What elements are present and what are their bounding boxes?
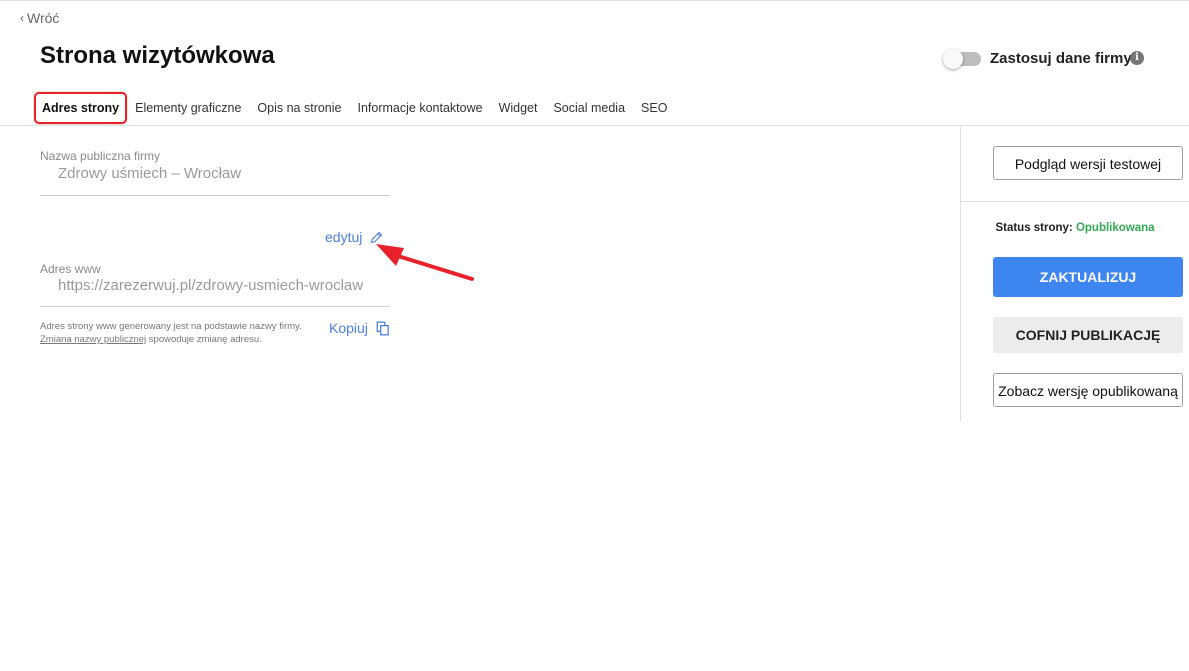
www-value: https://zarezerwuj.pl/zdrowy-usmiech-wro… — [58, 277, 364, 294]
top-border — [0, 0, 1189, 1]
sidebar-divider — [960, 126, 961, 421]
public-name-label: Nazwa publiczna firmy — [40, 149, 161, 163]
tab-opis-na-stronie[interactable]: Opis na stronie — [249, 93, 349, 123]
www-label: Adres www — [40, 262, 101, 276]
status-badge: Opublikowana — [1075, 222, 1155, 234]
hint-line2: spowoduje zmianę adresu. — [146, 334, 262, 345]
tab-elementy-graficzne[interactable]: Elementy graficzne — [127, 93, 249, 123]
tab-adres-strony[interactable]: Adres strony — [34, 92, 128, 124]
back-label: Wróć — [27, 10, 60, 26]
copy-label: Kopiuj — [329, 320, 368, 336]
tab-informacje-kontaktowe[interactable]: Informacje kontaktowe — [350, 93, 491, 123]
tab-social-media[interactable]: Social media — [545, 93, 633, 123]
unpublish-button[interactable]: COFNIJ PUBLIKACJĘ — [993, 317, 1183, 353]
copy-link[interactable]: Kopiuj — [329, 320, 390, 336]
company-data-toggle-label: Zastosuj dane firmy — [990, 50, 1132, 67]
preview-test-version-button[interactable]: Podgląd wersji testowej — [993, 146, 1183, 180]
page-title: Strona wizytówkowa — [40, 42, 275, 69]
hint-line1: Adres strony www generowany jest na pods… — [40, 321, 302, 332]
toggle-knob — [943, 48, 963, 69]
sidebar-separator — [961, 201, 1189, 202]
public-name-value: Zdrowy uśmiech – Wrocław — [58, 165, 242, 182]
hint-rename-link[interactable]: Zmiana nazwy publicznej — [40, 334, 146, 345]
edit-label: edytuj — [325, 229, 363, 245]
www-underline — [40, 306, 390, 307]
tab-widget[interactable]: Widget — [491, 93, 546, 123]
update-button[interactable]: ZAKTUALIZUJ — [993, 257, 1183, 297]
back-link[interactable]: ‹ Wróć — [20, 10, 59, 26]
annotation-arrow — [376, 244, 474, 281]
company-data-toggle[interactable] — [943, 48, 981, 69]
company-data-toggle-group: Zastosuj dane firmy — [943, 48, 1132, 69]
chevron-left-icon: ‹ — [20, 11, 24, 25]
info-icon[interactable]: i — [1130, 51, 1144, 65]
address-hint: Adres strony www generowany jest na pods… — [40, 320, 330, 346]
view-published-button[interactable]: Zobacz wersję opublikowaną — [993, 373, 1183, 407]
page-status: Status strony: Opublikowana — [961, 222, 1189, 234]
status-label: Status strony: — [995, 222, 1076, 234]
tab-bar: Adres strony Elementy graficzne Opis na … — [34, 92, 675, 124]
public-name-underline — [40, 195, 390, 196]
tabs-divider — [0, 125, 1189, 126]
copy-icon — [376, 321, 389, 335]
tab-seo[interactable]: SEO — [633, 93, 675, 123]
